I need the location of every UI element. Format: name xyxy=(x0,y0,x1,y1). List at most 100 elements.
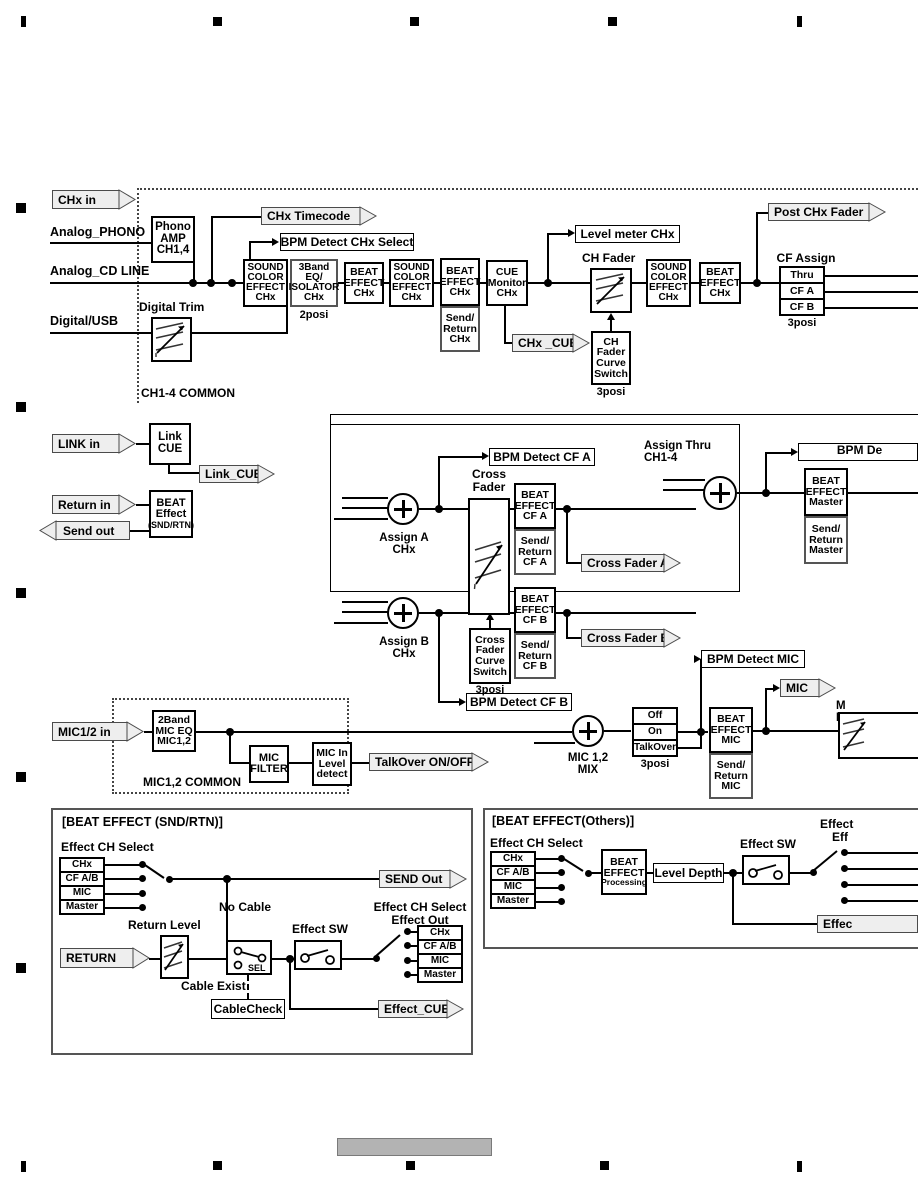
block-ch-fader xyxy=(590,268,632,313)
block-send-return-master: Send/ Return Master xyxy=(804,516,848,564)
wire-detect-to-talkover xyxy=(352,762,370,764)
sndrtn-out-option-cfab[interactable]: CF A/B xyxy=(419,941,461,955)
block-beat-effect-master: BEAT EFFECT Master xyxy=(804,468,848,516)
flag-tip xyxy=(118,433,136,454)
wire-mic-to-filter xyxy=(229,762,249,764)
sndrtn-effect-ch-select[interactable]: CHx CF A/B MIC Master xyxy=(59,857,105,915)
registration-mark xyxy=(16,963,26,973)
block-beat-effect-processing: BEAT EFFECT Processing xyxy=(601,849,647,895)
note-2posi: 2posi xyxy=(299,309,329,321)
junction-dot xyxy=(228,279,236,287)
wire-return-in xyxy=(136,504,149,506)
flag-tip xyxy=(132,947,150,969)
selector-contact xyxy=(558,898,565,905)
note-3posi: 3posi xyxy=(475,684,505,696)
cf-assign-option-thru[interactable]: Thru xyxy=(781,268,823,284)
input-return-in: Return in xyxy=(52,494,136,515)
talkover-option-on[interactable]: On xyxy=(634,725,676,741)
wire-others-sel-master xyxy=(536,901,559,903)
input-analog-phono-label: Analog_PHONO xyxy=(50,225,146,239)
others-out-selector-wiper[interactable] xyxy=(810,846,844,873)
tap-mic-out: MIC xyxy=(780,678,837,698)
feedback-bus-left xyxy=(330,414,331,592)
input-analog-cd-line-label: Analog_CD LINE xyxy=(50,264,150,278)
wire-phono-to-bus-h xyxy=(151,242,153,244)
sndrtn-ch-option-mic[interactable]: MIC xyxy=(61,887,103,901)
registration-mark xyxy=(16,203,26,213)
wire-cf-b-out xyxy=(825,307,918,309)
talkover-selector[interactable]: Off On TalkOver xyxy=(632,707,678,757)
sndrtn-out-option-master[interactable]: Master xyxy=(419,969,461,981)
block-2band-mic-eq: 2Band MIC EQ MIC1,2 xyxy=(152,710,196,752)
talkover-option-talkover[interactable]: TalkOver xyxy=(634,741,676,755)
others-ch-option-master[interactable]: Master xyxy=(492,895,534,907)
cf-assign-option-cfa[interactable]: CF A xyxy=(781,284,823,300)
talkover-option-off[interactable]: Off xyxy=(634,709,676,725)
wire-mix-to-talkover xyxy=(604,730,631,732)
sel-switch[interactable]: SEL xyxy=(226,940,272,975)
wire-cfa-tap-drop xyxy=(566,508,568,563)
tap-send-out: SEND Out xyxy=(379,869,468,889)
registration-mark xyxy=(16,402,26,412)
tap-cross-fader-a-label: Cross Fader A xyxy=(587,556,669,570)
input-chx-in-label: CHx in xyxy=(58,192,97,207)
tap-link-cue: Link_CUE xyxy=(199,464,276,484)
others-effect-ch-select[interactable]: CHx CF A/B MIC Master xyxy=(490,851,536,909)
sndrtn-out-selector-wiper[interactable] xyxy=(373,930,407,958)
block-send-return-chx: Send/ Return CHx xyxy=(440,306,480,352)
sndrtn-out-option-mic[interactable]: MIC xyxy=(419,955,461,969)
wire-cue-down xyxy=(504,306,506,343)
sndrtn-effect-out-select[interactable]: CHx CF A/B MIC Master xyxy=(417,925,463,983)
wire-master-out xyxy=(848,492,918,494)
cable-exist-label: Cable Exist xyxy=(181,979,246,993)
sndrtn-ch-option-master[interactable]: Master xyxy=(61,901,103,913)
input-mic12-in: MIC1/2 in xyxy=(52,721,144,742)
tap-effect-cue-label: Effect_CUE xyxy=(384,1002,450,1016)
registration-mark xyxy=(406,1161,415,1170)
others-ch-option-chx[interactable]: CHx xyxy=(492,853,534,867)
block-ch-fader-curve-switch: CH Fader Curve Switch xyxy=(591,331,631,385)
cf-assign-selector[interactable]: Thru CF A CF B xyxy=(779,266,825,316)
sndrtn-effect-out-label: Effect CH Select Effect Out xyxy=(373,900,467,927)
arrow-head xyxy=(694,655,701,663)
wire-sel-cfab xyxy=(105,878,140,880)
tap-mic-out-label: MIC xyxy=(786,681,808,695)
block-phono-amp: Phono AMP CH1,4 xyxy=(151,216,195,263)
others-ch-option-mic[interactable]: MIC xyxy=(492,881,534,895)
block-beat-effect-cf-a: BEAT EFFECT CF A xyxy=(514,483,556,529)
others-ch-option-cfab[interactable]: CF A/B xyxy=(492,867,534,881)
registration-mark xyxy=(410,17,419,26)
cf-assign-option-cfb[interactable]: CF B xyxy=(781,300,823,314)
wire-cable-check-dashed xyxy=(247,975,249,999)
sndrtn-ch-option-cfab[interactable]: CF A/B xyxy=(61,873,103,887)
wire-cfb-tap-drop xyxy=(566,612,568,638)
wire-assign-a-1 xyxy=(342,497,388,499)
input-return-in-label: Return in xyxy=(58,497,111,512)
others-effect-sw[interactable] xyxy=(742,855,790,885)
wire-fader-to-sce3 xyxy=(632,282,646,284)
registration-mark xyxy=(213,17,222,26)
registration-mark xyxy=(16,588,26,598)
sum-assign-b-label: Assign B CHx xyxy=(379,636,429,661)
block-ch-fader-label: CH Fader xyxy=(582,251,636,265)
wire-cfa-tap-h xyxy=(566,562,582,564)
flag-tip xyxy=(39,520,57,541)
sndrtn-ch-option-chx[interactable]: CHx xyxy=(61,859,103,873)
tap-level-meter-chx: Level meter CHx xyxy=(575,225,680,243)
input-chx-in: CHx in xyxy=(52,189,136,210)
no-cable-label: No Cable xyxy=(219,900,272,914)
beat-effect-sndrtn-title: [BEAT EFFECT (SND/RTN)] xyxy=(62,815,223,829)
block-mic-filter: MIC FILTER xyxy=(249,745,289,783)
input-return: RETURN xyxy=(60,947,150,969)
wire-mic-in xyxy=(144,731,152,733)
block-mic-balance-fader xyxy=(838,712,918,759)
page-footer-bar xyxy=(337,1138,492,1156)
wire-others-sel-mic xyxy=(536,887,559,889)
tap-cross-fader-a: Cross Fader A xyxy=(581,553,682,573)
flag-tip xyxy=(663,628,682,648)
selector-contact xyxy=(139,890,146,897)
sndrtn-effect-sw[interactable] xyxy=(294,940,342,970)
sndrtn-out-option-chx[interactable]: CHx xyxy=(419,927,461,941)
wire-others-out-4 xyxy=(847,900,918,902)
tap-bpm-detect-master: BPM De xyxy=(798,443,918,461)
